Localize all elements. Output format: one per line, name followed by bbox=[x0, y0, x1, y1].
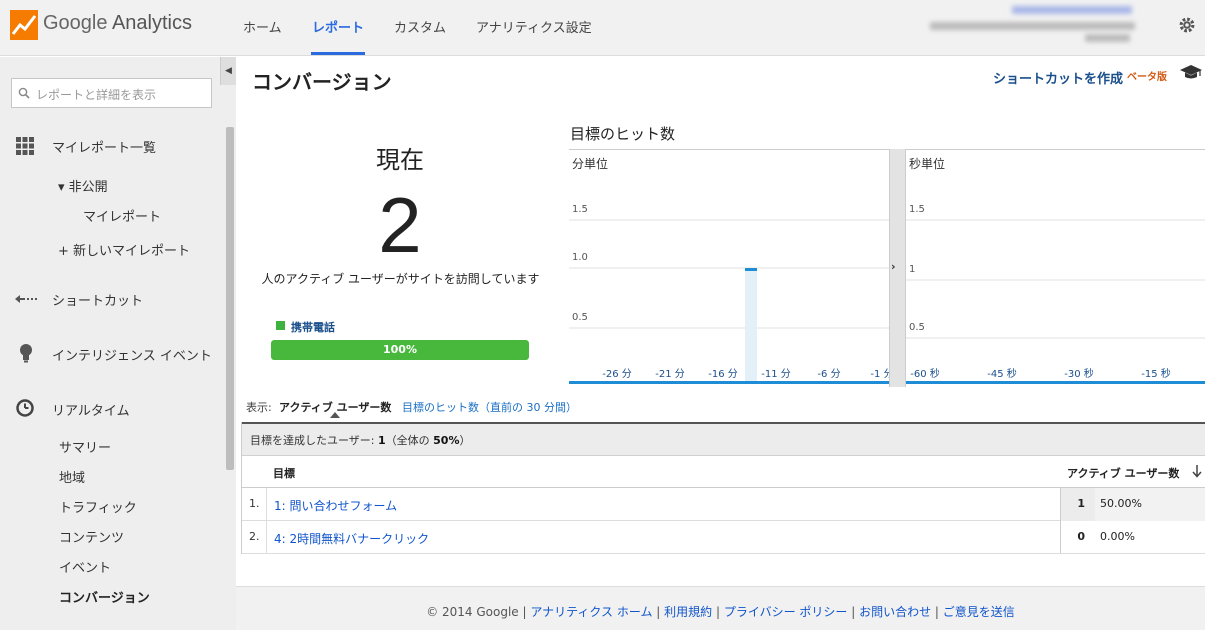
sidebar-item-realtime-conversions[interactable]: コンバージョン bbox=[59, 587, 150, 606]
lightbulb-icon bbox=[20, 344, 32, 363]
device-legend-swatch bbox=[276, 321, 285, 330]
sidebar-item-my-reports[interactable]: マイレポート一覧 bbox=[52, 137, 156, 156]
display-label: 表示: bbox=[246, 401, 272, 414]
sidebar-item-realtime[interactable]: リアルタイム bbox=[52, 400, 130, 419]
account-name-blurred[interactable] bbox=[930, 22, 1135, 30]
sidebar-item-realtime-content[interactable]: コンテンツ bbox=[59, 527, 124, 546]
x-tick-label: -60 秒 bbox=[910, 367, 940, 380]
y-tick-label: 0.5 bbox=[572, 312, 588, 323]
second-chart: 1.5 1 0.5 -60 秒 -45 秒 -30 秒 -15 秒 bbox=[906, 204, 1205, 384]
sidebar-item-private[interactable]: ▾ 非公開 bbox=[58, 176, 108, 195]
minute-chart-subtitle: 分単位 bbox=[572, 157, 609, 171]
y-tick-label: 0.5 bbox=[909, 322, 925, 333]
sidebar-item-realtime-events[interactable]: イベント bbox=[59, 557, 111, 576]
bar-column-bg bbox=[745, 268, 757, 381]
summary-mid: （全体の bbox=[385, 434, 434, 447]
graduation-cap-icon[interactable] bbox=[1180, 63, 1202, 81]
nav-admin[interactable]: アナリティクス設定 bbox=[476, 17, 592, 36]
second-chart-subtitle: 秒単位 bbox=[909, 157, 946, 171]
sidebar-item-new-my-report[interactable]: + 新しいマイレポート bbox=[58, 240, 190, 259]
sidebar-item-realtime-summary[interactable]: サマリー bbox=[59, 437, 111, 456]
footer-links: © 2014 Google | アナリティクス ホーム | 利用規約 | プライ… bbox=[426, 605, 1015, 619]
page-title: コンバージョン bbox=[252, 70, 392, 94]
sidebar-item-shortcuts[interactable]: ショートカット bbox=[52, 290, 143, 309]
row-number: 1. bbox=[249, 497, 260, 510]
col-goal-header: 目標 bbox=[273, 467, 295, 480]
x-tick-label: -11 分 bbox=[761, 368, 791, 380]
goal-link[interactable]: 1: 問い合わせフォーム bbox=[274, 497, 397, 514]
create-shortcut-link[interactable]: ショートカットを作成 bbox=[993, 68, 1123, 87]
goal-link[interactable]: 4: 2時間無料バナークリック bbox=[274, 530, 429, 547]
brand-google: Google bbox=[43, 12, 108, 34]
chart-baseline bbox=[906, 381, 1205, 384]
table-summary: 目標を達成したユーザー: 1（全体の 50%） bbox=[250, 432, 470, 448]
summary-pct: 50% bbox=[433, 434, 460, 447]
x-tick-label: -15 秒 bbox=[1141, 367, 1171, 380]
col-active-users-header[interactable]: アクティブ ユーザー数 bbox=[1067, 465, 1179, 481]
account-view-blurred[interactable] bbox=[1085, 34, 1130, 42]
active-user-count: 2 bbox=[378, 181, 422, 269]
account-email-blurred[interactable] bbox=[1012, 6, 1132, 14]
footer-copyright: © 2014 Google bbox=[426, 605, 519, 619]
row-number: 2. bbox=[249, 530, 260, 543]
sidebar-item-realtime-geo[interactable]: 地域 bbox=[59, 467, 85, 486]
y-tick-label: 1.5 bbox=[909, 204, 925, 215]
nav-report[interactable]: レポート bbox=[312, 17, 364, 36]
minute-chart: 1.5 1.0 0.5 -26 分 -21 分 -16 分 -11 分 -6 分 -1 分 bbox=[569, 204, 889, 384]
search-icon bbox=[18, 87, 30, 99]
x-tick-label: -1 分 bbox=[870, 368, 889, 380]
summary-suffix: ） bbox=[459, 434, 471, 447]
grid-icon bbox=[16, 137, 34, 155]
goal-hits-title: 目標のヒット数 bbox=[570, 125, 676, 143]
search-placeholder: レポートと詳細を表示 bbox=[36, 88, 157, 102]
sidebar-item-my-report[interactable]: マイレポート bbox=[83, 206, 161, 225]
active-user-caption: 人のアクティブ ユーザーがサイトを訪問しています bbox=[261, 272, 540, 286]
nav-custom[interactable]: カスタム bbox=[394, 17, 446, 36]
brand-name[interactable]: Google Analytics bbox=[43, 12, 192, 35]
x-tick-label: -45 秒 bbox=[987, 367, 1017, 380]
chart-baseline bbox=[569, 381, 889, 384]
brand-analytics: Analytics bbox=[111, 12, 192, 34]
footer-link-feedback[interactable]: ご意見を送信 bbox=[943, 605, 1015, 619]
chart-expand-arrow[interactable]: › bbox=[891, 260, 896, 273]
row-value: 0 bbox=[1077, 530, 1085, 543]
y-tick-label: 1.0 bbox=[572, 252, 588, 263]
device-share-percent: 100% bbox=[383, 343, 417, 356]
x-tick-label: -16 分 bbox=[708, 368, 738, 380]
shortcut-arrow-icon bbox=[15, 295, 37, 303]
sidebar-collapse-button[interactable]: ◀ bbox=[220, 57, 236, 85]
footer-link-privacy[interactable]: プライバシー ポリシー bbox=[724, 605, 848, 619]
beta-badge: ベータ版 bbox=[1127, 72, 1167, 83]
clock-icon bbox=[16, 399, 34, 417]
device-legend-label: 携帯電話 bbox=[291, 321, 335, 334]
x-tick-label: -6 分 bbox=[817, 368, 840, 380]
display-option-goal-hits[interactable]: 目標のヒット数（直前の 30 分間） bbox=[402, 399, 577, 415]
nav-active-indicator bbox=[311, 52, 365, 55]
analytics-logo-icon[interactable] bbox=[10, 10, 38, 40]
footer-link-analytics-home[interactable]: アナリティクス ホーム bbox=[530, 605, 652, 619]
footer-link-contact[interactable]: お問い合わせ bbox=[859, 605, 931, 619]
footer-link-terms[interactable]: 利用規約 bbox=[664, 605, 712, 619]
summary-count: 1 bbox=[377, 434, 386, 447]
row-percent: 0.00% bbox=[1100, 530, 1135, 543]
nav-home[interactable]: ホーム bbox=[243, 17, 282, 36]
bar-value-mark bbox=[745, 268, 757, 271]
table-header bbox=[241, 457, 1205, 488]
row-value: 1 bbox=[1077, 497, 1085, 510]
now-label: 現在 bbox=[376, 146, 424, 174]
x-tick-label: -30 秒 bbox=[1064, 367, 1094, 380]
sidebar-item-realtime-traffic[interactable]: トラフィック bbox=[59, 497, 137, 516]
table-left-border bbox=[241, 422, 242, 554]
row-percent: 50.00% bbox=[1100, 497, 1142, 510]
y-tick-label: 1.5 bbox=[572, 204, 588, 215]
gear-icon[interactable] bbox=[1178, 16, 1196, 34]
sidebar-scrollbar[interactable] bbox=[226, 127, 234, 470]
x-tick-label: -21 分 bbox=[655, 368, 685, 380]
display-selected-caret bbox=[330, 412, 340, 418]
summary-prefix: 目標を達成したユーザー: bbox=[250, 434, 378, 447]
sidebar-item-intelligence[interactable]: インテリジェンス イベント bbox=[52, 345, 212, 364]
x-tick-label: -26 分 bbox=[602, 368, 632, 380]
y-tick-label: 1 bbox=[909, 264, 915, 275]
sort-descending-icon[interactable] bbox=[1192, 465, 1202, 478]
